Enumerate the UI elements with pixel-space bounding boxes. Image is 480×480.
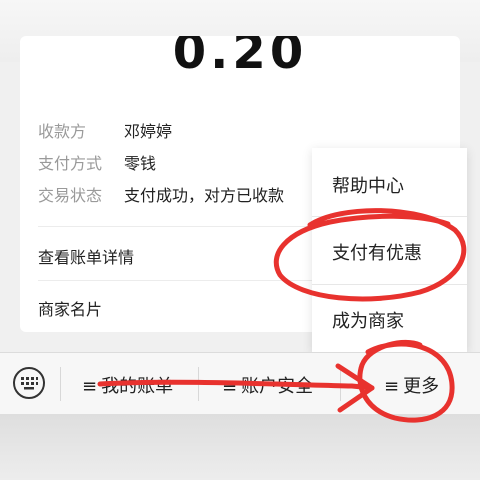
red-annotation-overlay	[97, 208, 467, 423]
annotation-arrow	[97, 379, 375, 391]
annotation-circle-offers	[273, 208, 467, 302]
annotation-circle-more	[357, 339, 455, 423]
